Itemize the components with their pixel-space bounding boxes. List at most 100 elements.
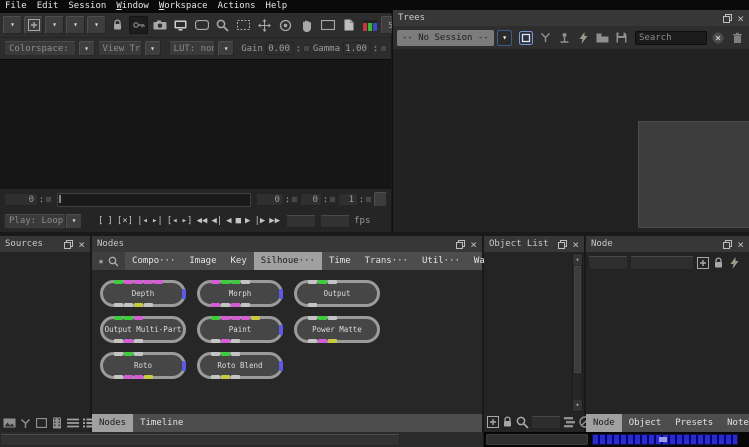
node-depth[interactable]: Depth [100,280,186,307]
view-transform-combo[interactable]: View Trans… [98,41,142,56]
image-icon[interactable] [2,416,16,430]
step-back-button[interactable]: ◀| [209,211,224,231]
range-end-button[interactable] [365,196,372,203]
add-icon[interactable] [486,414,499,430]
tool-dropdown-4[interactable]: ▾ [87,16,106,34]
snapshot-camera-icon[interactable] [150,16,169,34]
lock-icon[interactable] [501,414,514,430]
move-arrows-icon[interactable] [255,16,274,34]
filter-y-icon[interactable] [537,30,553,46]
gamma-stepper[interactable]: ▴▾ [374,45,377,53]
fast-reverse-button[interactable]: ◀◀ [194,211,209,231]
tab-time[interactable]: Time [322,252,358,270]
tab-presets[interactable]: Presets [668,414,720,432]
float-panel-icon[interactable] [723,14,732,23]
frame-key-button[interactable] [45,196,52,203]
float-panel-icon[interactable] [558,240,567,249]
scroll-down-icon[interactable]: ▾ [573,400,582,411]
gain-reset-button[interactable] [303,45,310,52]
fps-field-2[interactable] [320,215,350,228]
menu-file[interactable]: File [5,0,27,13]
session-dropdown-button[interactable]: ▾ [497,30,512,46]
menu-edit[interactable]: Edit [37,0,59,13]
range-start-button[interactable] [291,196,298,203]
colorspace-combo[interactable]: Colorspace: sRGB [4,41,76,56]
node-output[interactable]: Output [294,280,380,307]
lut-dropdown-button[interactable]: ▾ [218,41,234,56]
gamma-reset-button[interactable] [380,45,387,52]
play-mode-dropdown-button[interactable]: ▾ [66,214,82,229]
rgb-channels-icon[interactable] [360,16,379,34]
tab-nodes[interactable]: Nodes [92,414,133,432]
tab-notes[interactable]: Notes [720,414,749,432]
scroll-up-icon[interactable]: ▴ [573,254,582,265]
viewer-window-icon[interactable] [192,16,211,34]
goto-start-button[interactable]: |◂ [135,211,150,231]
scrollbar-thumb[interactable] [574,266,581,373]
node-value-field[interactable] [630,256,694,270]
clear-search-icon[interactable] [710,30,726,46]
hand-pan-icon[interactable] [297,16,316,34]
lightning-icon[interactable] [728,255,741,271]
search-icon[interactable] [516,414,529,430]
object-search-field[interactable] [531,416,561,429]
close-panel-icon[interactable]: × [470,239,477,250]
add-icon[interactable] [696,255,709,271]
tab-trans[interactable]: Trans··· [358,252,415,270]
range-end-stepper[interactable]: ▴▾ [360,196,363,204]
close-panel-icon[interactable]: × [737,239,744,250]
viewer-canvas[interactable] [0,59,391,189]
tab-silhoue[interactable]: Silhoue··· [254,252,322,270]
float-panel-icon[interactable] [64,240,73,249]
tool-dropdown-3[interactable]: ▾ [66,16,85,34]
stop-button[interactable]: ■ [234,211,243,231]
tab-object[interactable]: Object [622,414,669,432]
menu-help[interactable]: Help [266,0,288,13]
range-start-stepper[interactable]: ▴▾ [286,196,289,204]
import-folder-icon[interactable] [594,30,610,46]
tab-compo[interactable]: Compo··· [125,252,182,270]
range-mid-input[interactable]: 0 [300,193,322,206]
node-roto[interactable]: Roto [100,352,186,379]
menu-workspace[interactable]: Workspace [159,0,208,13]
tab-timeline[interactable]: Timeline [133,414,190,432]
rotate-view-icon[interactable] [276,16,295,34]
fast-forward-button[interactable]: ▶▶ [267,211,282,231]
lock-icon[interactable] [108,16,127,34]
region-of-interest-icon[interactable] [234,16,253,34]
gamma-input[interactable]: 1.00 [343,42,371,55]
gain-input[interactable]: 0.00 [266,42,294,55]
float-panel-icon[interactable] [723,240,732,249]
close-panel-icon[interactable]: × [737,13,744,24]
gain-stepper[interactable]: ▴▾ [297,45,300,53]
goto-end-button[interactable]: ▸| [150,211,165,231]
step-forward-button[interactable]: |▶ [252,211,267,231]
scrollbar-track[interactable] [573,265,582,400]
tab-util[interactable]: Util··· [415,252,467,270]
close-panel-icon[interactable]: × [78,239,85,250]
lut-combo[interactable]: LUT: none [169,41,216,56]
tab-node[interactable]: Node [586,414,622,432]
float-panel-icon[interactable] [456,240,465,249]
frame-stepper[interactable]: ▴▾ [40,196,43,204]
tab-image[interactable]: Image [182,252,223,270]
view-toggle-icon[interactable] [518,30,534,46]
playhead[interactable] [59,195,61,203]
trees-tree-area[interactable] [393,49,749,232]
range-mid-stepper[interactable]: ▴▾ [324,196,327,204]
range-end-input[interactable]: 1 [338,193,358,206]
node-power-matte[interactable]: Power Matte [294,316,380,343]
node-name-field[interactable] [588,256,628,270]
node-output-multi-part[interactable]: Output Multi-Part [100,316,186,343]
frame-rect-icon[interactable] [318,16,337,34]
range-start-input[interactable]: 0 [256,193,284,206]
lock-icon[interactable] [712,255,725,271]
tool-dropdown-2[interactable]: ▾ [45,16,64,34]
magnifier-icon[interactable] [213,16,232,34]
key-icon[interactable] [129,16,148,34]
tool-dropdown-1[interactable]: ▾ [3,16,22,34]
current-frame-input[interactable]: 0 [4,193,38,206]
close-panel-icon[interactable]: × [572,239,579,250]
range-mid-button[interactable] [329,196,336,203]
session-combo[interactable]: -- No Session -- [397,30,494,46]
